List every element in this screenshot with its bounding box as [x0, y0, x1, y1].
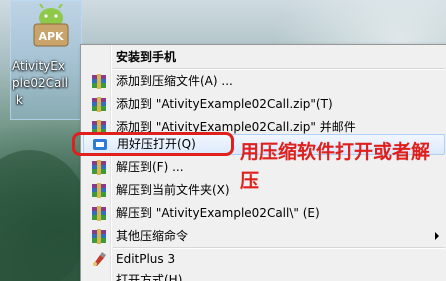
- menu-item-extract-to-folder[interactable]: 解压到 "AtivityExample02Call\" (E): [83, 203, 445, 224]
- menu-separator: [113, 68, 445, 70]
- menu-item-label: 解压到 "AtivityExample02Call\" (E): [116, 206, 320, 220]
- menu-item-open-with[interactable]: 打开方式(H)...: [83, 270, 445, 281]
- winrar-archive-icon: [92, 183, 106, 198]
- menu-item-add-to-archive[interactable]: 添加到压缩文件(A) ...: [83, 71, 445, 92]
- menu-item-label: 添加到压缩文件(A) ...: [116, 74, 233, 88]
- menu-item-install-to-phone[interactable]: 安装到手机: [83, 47, 445, 68]
- submenu-arrow-icon: [435, 232, 439, 240]
- menu-item-add-to-zip[interactable]: 添加到 "AtivityExample02Call.zip"(T): [83, 94, 445, 115]
- editplus-icon: [93, 252, 106, 266]
- menu-item-label: EditPlus 3: [116, 252, 176, 266]
- menu-item-editplus[interactable]: EditPlus 3: [83, 249, 445, 270]
- menu-item-label: 安装到手机: [116, 50, 177, 64]
- menu-item-label: 解压到(F) ...: [116, 160, 184, 174]
- red-highlight-oval: [72, 132, 234, 156]
- winrar-archive-icon: [92, 97, 106, 112]
- desktop-file-icon[interactable]: APK AtivityEx ple02Call k: [10, 0, 82, 120]
- annotation-text: 用压缩软件打开或者解压: [240, 141, 431, 192]
- menu-item-label: 打开方式(H)...: [116, 273, 194, 281]
- winrar-archive-icon: [92, 229, 106, 244]
- menu-item-label: 解压到当前文件夹(X): [116, 183, 230, 197]
- apk-badge-text: APK: [38, 30, 64, 43]
- winrar-archive-icon: [92, 206, 106, 221]
- menu-item-label: 其他压缩命令: [116, 229, 189, 243]
- menu-item-label: 添加到 "AtivityExample02Call.zip"(T): [116, 97, 333, 111]
- wallpaper-foliage: [0, 150, 90, 281]
- menu-item-other-compression-commands[interactable]: 其他压缩命令: [83, 226, 445, 247]
- winrar-archive-icon: [92, 160, 106, 175]
- desktop-background: APK AtivityEx ple02Call k 安装到手机 添加到压缩文件(…: [0, 0, 446, 281]
- android-apk-icon: APK: [33, 4, 69, 47]
- winrar-archive-icon: [92, 74, 106, 89]
